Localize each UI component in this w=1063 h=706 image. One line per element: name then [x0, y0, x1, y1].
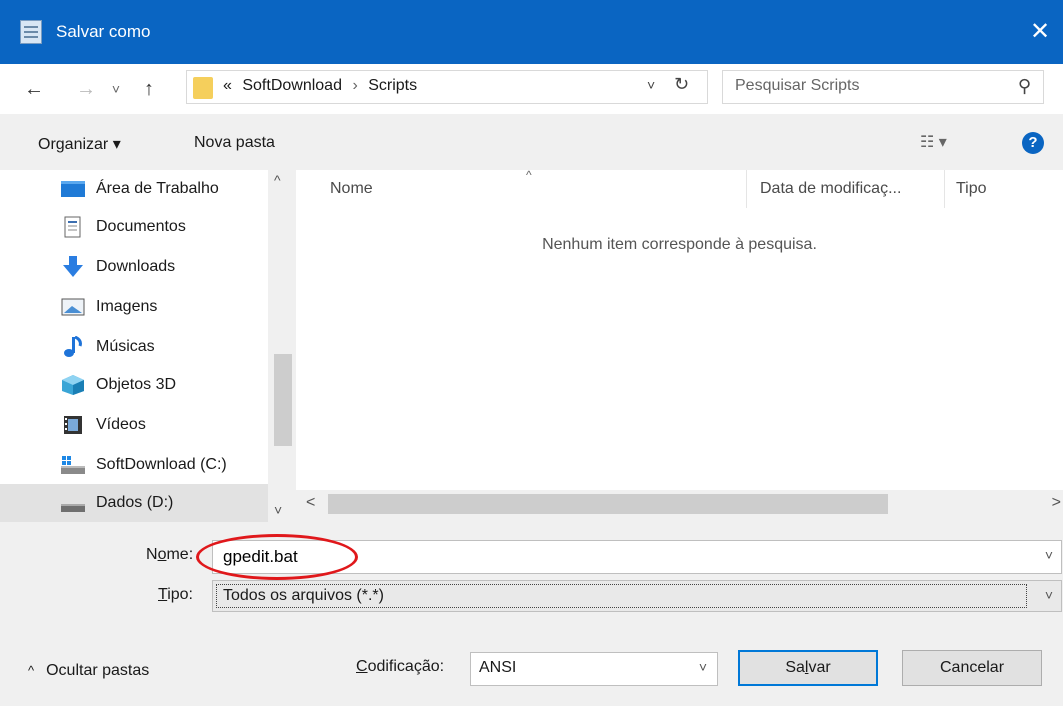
sidebar-item-drive-d[interactable]: Dados (D:): [0, 484, 268, 522]
sidebar-item-label: Vídeos: [96, 416, 146, 433]
breadcrumb-scripts[interactable]: Scripts: [368, 77, 417, 94]
search-box: ⚲: [722, 70, 1044, 104]
change-view-button[interactable]: ☷ ▾: [920, 132, 947, 152]
drive-d-icon: [60, 492, 86, 514]
search-input[interactable]: [735, 77, 995, 95]
empty-message: Nenhum item corresponde à pesquisa.: [542, 236, 817, 253]
file-type-select[interactable]: Todos os arquivos (*.*) ˅: [212, 580, 1062, 612]
desktop-icon: [60, 178, 86, 200]
chevron-up-icon: ^: [28, 663, 35, 678]
breadcrumb: « SoftDownload › Scripts: [223, 77, 423, 95]
highlight-annotation: [196, 534, 358, 580]
help-icon[interactable]: ?: [1022, 132, 1044, 154]
new-folder-button[interactable]: Nova pasta: [194, 134, 275, 152]
organize-button[interactable]: Organizar ▾: [38, 134, 121, 154]
horizontal-scrollbar[interactable]: < >: [296, 490, 1063, 522]
column-header-name[interactable]: Nome: [330, 180, 373, 198]
sidebar-item-documents[interactable]: Documentos: [0, 208, 268, 246]
scroll-down-button[interactable]: ˅: [274, 502, 282, 518]
sidebar-item-label: Objetos 3D: [96, 376, 177, 393]
cancel-button[interactable]: Cancelar: [902, 650, 1042, 686]
column-divider[interactable]: [944, 170, 945, 208]
save-form: Nome: ˅ Tipo: Todos os arquivos (*.*) ˅ …: [0, 522, 1063, 706]
sidebar-item-label: Área de Trabalho: [96, 180, 219, 197]
forward-button[interactable]: →: [72, 74, 100, 104]
file-type-value: Todos os arquivos (*.*): [223, 587, 384, 604]
sidebar-item-label: Imagens: [96, 298, 158, 315]
close-button[interactable]: ✕: [1017, 14, 1063, 50]
save-as-dialog: Salvar como ✕ ← → ˅ ↑ « SoftDownload › S…: [0, 0, 1063, 706]
column-header-date[interactable]: Data de modificaç...: [760, 180, 901, 198]
sidebar-item-label: Downloads: [96, 258, 176, 275]
recent-locations-button[interactable]: ˅: [106, 74, 126, 104]
scroll-left-button[interactable]: <: [306, 494, 315, 512]
command-bar: Organizar ▾ Nova pasta ☷ ▾ ?: [0, 114, 1063, 170]
videos-icon: [60, 414, 86, 436]
address-dropdown-button[interactable]: ˅: [647, 77, 655, 93]
downloads-icon: [60, 256, 86, 278]
scroll-right-button[interactable]: >: [1052, 494, 1061, 512]
chevron-down-icon[interactable]: ˅: [1045, 587, 1053, 603]
breadcrumb-overflow[interactable]: «: [223, 77, 232, 94]
sidebar-item-drive-c[interactable]: SoftDownload (C:): [0, 446, 268, 484]
breadcrumb-separator[interactable]: ›: [352, 77, 357, 94]
scroll-thumb[interactable]: [274, 354, 292, 446]
scroll-up-button[interactable]: ^: [274, 172, 281, 188]
music-icon: [60, 335, 86, 358]
hide-folders-button[interactable]: ^ Ocultar pastas: [28, 662, 149, 680]
sidebar-item-label: Dados (D:): [96, 494, 174, 511]
address-bar[interactable]: « SoftDownload › Scripts ˅ ↻: [186, 70, 708, 104]
notepad-icon: [20, 20, 42, 44]
images-icon: [60, 296, 86, 318]
folder-icon: [193, 77, 213, 99]
encoding-select[interactable]: ANSI ˅: [470, 652, 718, 686]
title-bar: Salvar como ✕: [0, 0, 1063, 64]
navigation-pane: Área de Trabalho Documentos Downloads Im…: [0, 170, 296, 522]
sidebar-item-label: SoftDownload (C:): [96, 456, 227, 473]
file-type-label: Tipo:: [158, 586, 193, 603]
encoding-value: ANSI: [479, 659, 517, 676]
sidebar-item-desktop[interactable]: Área de Trabalho: [0, 170, 268, 208]
chevron-down-icon[interactable]: ˅: [1045, 547, 1053, 563]
search-icon[interactable]: ⚲: [1018, 76, 1031, 97]
dialog-title: Salvar como: [56, 22, 151, 41]
sidebar-item-downloads[interactable]: Downloads: [0, 248, 268, 286]
chevron-down-icon[interactable]: ˅: [699, 659, 707, 675]
horizontal-scroll-thumb[interactable]: [328, 494, 888, 514]
documents-icon: [60, 216, 86, 238]
column-header-type[interactable]: Tipo: [956, 180, 987, 198]
column-divider[interactable]: [746, 170, 747, 208]
sidebar-item-videos[interactable]: Vídeos: [0, 406, 268, 444]
breadcrumb-softdownload[interactable]: SoftDownload: [242, 77, 342, 94]
drive-c-icon: [60, 454, 86, 476]
file-list: ^ Nome Data de modificaç... Tipo Nenhum …: [296, 168, 1063, 522]
sidebar-item-label: Documentos: [96, 218, 186, 235]
save-button[interactable]: Salvar: [738, 650, 878, 686]
sidebar-item-music[interactable]: Músicas: [0, 328, 268, 366]
refresh-button[interactable]: ↻: [674, 74, 689, 95]
sidebar-item-images[interactable]: Imagens: [0, 288, 268, 326]
sidebar-item-3d-objects[interactable]: Objetos 3D: [0, 366, 268, 404]
back-button[interactable]: ←: [20, 74, 48, 104]
up-button[interactable]: ↑: [134, 74, 164, 104]
3d-objects-icon: [60, 374, 86, 396]
file-name-label: Nome:: [146, 546, 194, 563]
sort-arrow-icon: ^: [526, 168, 532, 182]
encoding-label: Codificação:: [356, 658, 445, 675]
sidebar-item-label: Músicas: [96, 338, 155, 355]
navigation-scrollbar[interactable]: ^ ˅: [268, 170, 296, 522]
